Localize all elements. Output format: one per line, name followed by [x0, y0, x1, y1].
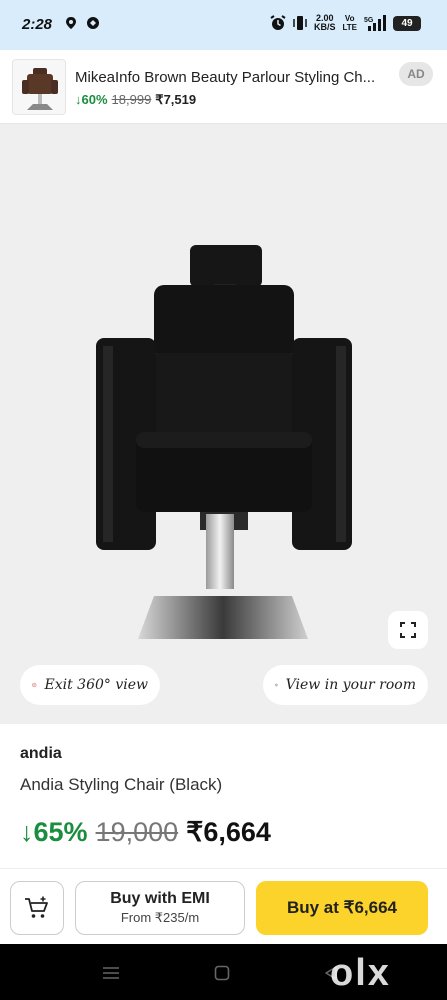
signal-label: 5G [364, 17, 374, 24]
mrp-price: 19,000 [95, 817, 179, 847]
vibrate-icon [293, 16, 307, 30]
emi-label: Buy with EMI [110, 890, 210, 907]
cube-ar-icon [275, 683, 278, 687]
ad-price: ₹7,519 [155, 92, 197, 107]
selling-price: ₹6,664 [186, 817, 271, 847]
menu-lines-icon [103, 967, 119, 979]
exit-360-view-label: Exit 360° view [44, 677, 149, 693]
sponsored-ad-banner[interactable]: MikeaInfo Brown Beauty Parlour Styling C… [0, 50, 447, 124]
price-row: ↓65% 19,000 ₹6,664 [20, 817, 271, 848]
fullscreen-button[interactable] [388, 611, 428, 649]
alarm-icon [270, 15, 286, 30]
ad-title: MikeaInfo Brown Beauty Parlour Styling C… [75, 69, 376, 86]
discount-percent: ↓65% [20, 817, 88, 848]
status-time: 2:28 [22, 16, 53, 33]
ad-discount-value: 60% [81, 92, 108, 107]
close-circle-icon [32, 682, 37, 688]
volte-indicator: Vo LTE [342, 14, 357, 32]
app-notification-icon [87, 17, 99, 29]
status-right-icons: 2.00 KB/S Vo LTE 5G 49 [270, 14, 421, 32]
location-icon [66, 17, 76, 29]
add-cart-icon [25, 896, 48, 918]
product-name: Andia Styling Chair (Black) [20, 775, 223, 794]
home-button[interactable] [211, 962, 233, 984]
network-speed: 2.00 KB/S [314, 14, 336, 32]
discount-value: 65% [33, 817, 88, 847]
volte-top: Vo [344, 14, 355, 23]
ad-badge: AD [399, 62, 433, 86]
battery-icon: 49 [393, 15, 421, 31]
status-bar: 2:28 2.00 KB/S Vo LTE 5G 49 [0, 0, 447, 50]
exit-360-view-button[interactable]: Exit 360° view [20, 665, 160, 705]
system-nav-bar: olx [0, 944, 447, 1000]
emi-subtext: From ₹235/m [120, 910, 200, 925]
ad-mrp: 18,999 [111, 92, 152, 107]
view-in-room-label: View in your room [285, 677, 416, 693]
expand-icon [400, 622, 416, 638]
bottom-action-bar: Buy with EMI From ₹235/m Buy at ₹6,664 [0, 868, 447, 944]
home-square-icon [214, 965, 230, 981]
view-in-room-button[interactable]: View in your room [263, 665, 428, 705]
ad-price-row: ↓60% 18,999 ₹7,519 [75, 92, 196, 108]
recents-button[interactable] [100, 962, 122, 984]
notification-icons [64, 16, 100, 30]
olx-watermark: olx [330, 952, 391, 994]
volte-bottom: LTE [342, 23, 357, 32]
down-arrow-icon: ↓ [20, 817, 34, 847]
ad-discount: ↓60% [75, 92, 108, 107]
product-image-viewer[interactable]: Exit 360° view View in your room [0, 124, 447, 724]
speed-unit: KB/S [313, 22, 336, 32]
buy-with-emi-button[interactable]: Buy with EMI From ₹235/m [75, 881, 245, 935]
ad-product-thumbnail [12, 59, 66, 115]
signal-icon: 5G [364, 15, 386, 31]
add-to-cart-button[interactable] [10, 881, 64, 935]
product-brand[interactable]: andia [20, 745, 62, 763]
buy-now-button[interactable]: Buy at ₹6,664 [256, 881, 428, 935]
product-image [96, 245, 352, 639]
